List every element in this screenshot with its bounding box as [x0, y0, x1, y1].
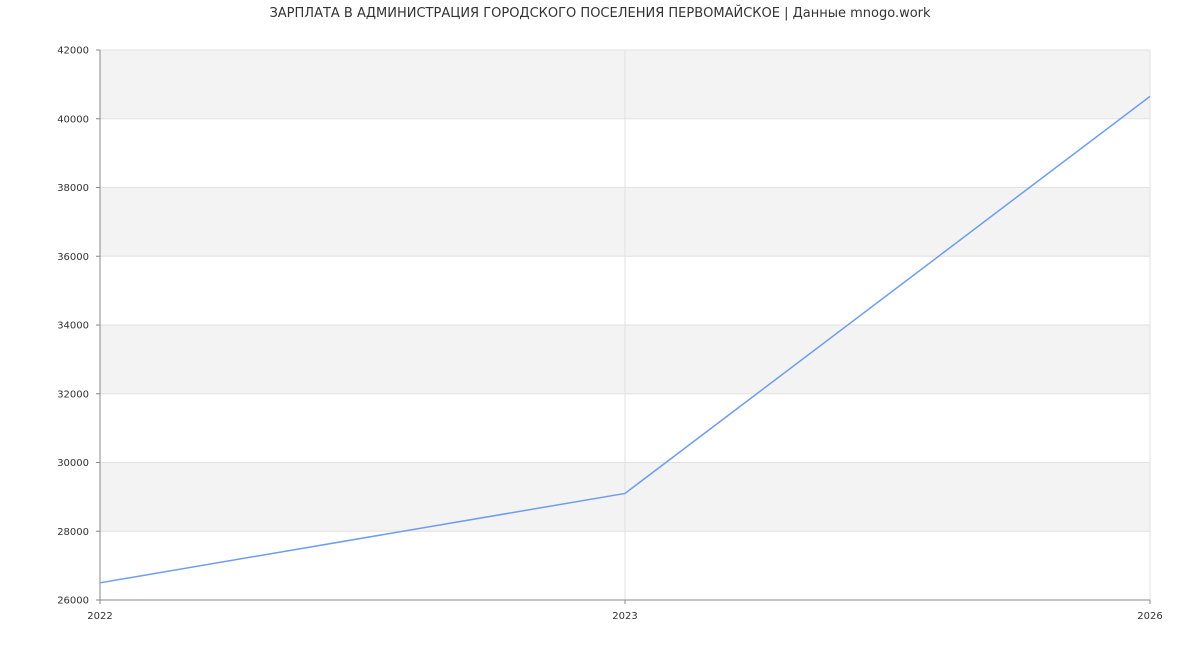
x-tick-label: 2026 — [1137, 611, 1162, 622]
x-axis-ticks: 2022 2023 2026 — [87, 600, 1163, 622]
y-tick-label: 30000 — [57, 458, 89, 469]
chart-root: ЗАРПЛАТА В АДМИНИСТРАЦИЯ ГОРОДСКОГО ПОСЕ… — [0, 0, 1200, 650]
y-tick-label: 40000 — [57, 114, 89, 125]
y-tick-label: 38000 — [57, 183, 89, 194]
y-tick-label: 36000 — [57, 252, 89, 263]
y-tick-label: 32000 — [57, 389, 89, 400]
x-tick-label: 2023 — [612, 611, 637, 622]
y-tick-label: 28000 — [57, 527, 89, 538]
y-axis-ticks: 26000 28000 30000 32000 34000 36000 38000 40000… — [57, 46, 100, 607]
y-tick-label: 34000 — [57, 321, 89, 332]
x-tick-label: 2022 — [87, 611, 112, 622]
line-chart: 26000 28000 30000 32000 34000 36000 38000 40000… — [57, 46, 1163, 623]
y-tick-label: 26000 — [57, 596, 89, 607]
y-tick-label: 42000 — [57, 46, 89, 57]
